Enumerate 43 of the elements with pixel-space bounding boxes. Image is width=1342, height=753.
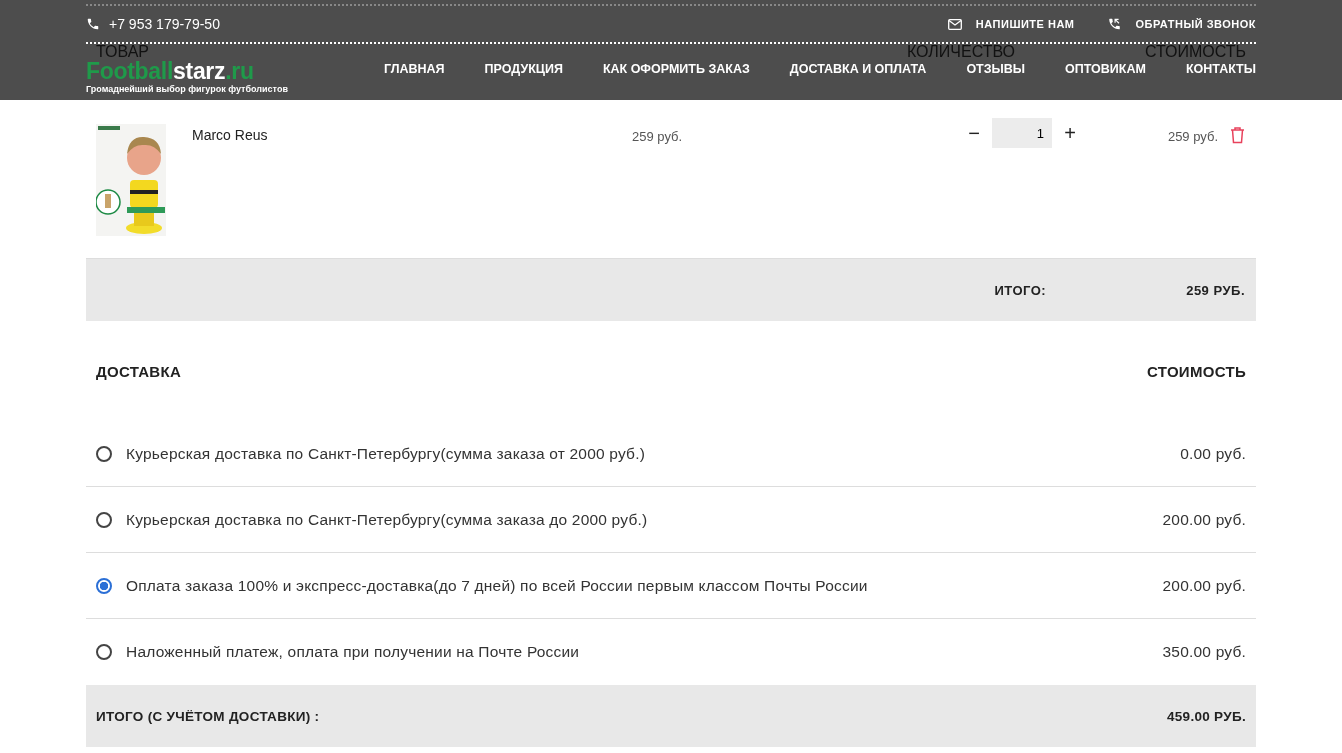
nav-link[interactable]: ОТЗЫВЫ	[966, 62, 1026, 76]
nav-link[interactable]: ГЛАВНАЯ	[383, 62, 445, 76]
nav-link[interactable]: КАК ОФОРМИТЬ ЗАКАЗ	[602, 62, 750, 76]
phone-number[interactable]: +7 953 179-79-50	[109, 16, 220, 32]
radio-button[interactable]	[96, 445, 112, 462]
radio-button[interactable]	[96, 644, 112, 660]
total-label: ИТОГО:	[994, 282, 1047, 298]
delivery-cost: 0.00 руб.	[1180, 444, 1246, 463]
total-value: 459.00 РУБ.	[1166, 708, 1246, 724]
radio-button[interactable]	[96, 577, 112, 594]
phone-icon	[86, 17, 100, 31]
unit-price: 259 руб.	[632, 129, 684, 144]
product-name[interactable]: Marco Reus	[192, 127, 632, 143]
delivery-option[interactable]: Наложенный платеж, оплата при получении на Почте России	[126, 643, 580, 661]
trash-icon[interactable]	[1230, 126, 1245, 144]
callback-link[interactable]: ОБРАТНЫЙ ЗВОНОК	[1135, 18, 1256, 30]
delivery-cost: 200.00 руб.	[1162, 576, 1246, 595]
column-header: СТОИМОСТЬ	[1147, 363, 1246, 382]
delivery-option[interactable]: Курьерская доставка по Санкт-Петербургу(сумма заказа от 2000 руб.)	[126, 444, 646, 463]
delivery-cost: 350.00 руб.	[1162, 643, 1246, 661]
tagline: Громаднейший выбор фигурок футболистов	[86, 84, 288, 94]
delivery-option[interactable]: Курьерская доставка по Санкт-Петербургу(сумма заказа до 2000 руб.)	[126, 510, 648, 529]
column-header: ТОВАР	[96, 44, 149, 60]
nav-link[interactable]: ДОСТАВКА И ОПЛАТА	[789, 62, 927, 76]
site-logo[interactable]: Footballstarz.ru	[86, 61, 288, 81]
decrease-button[interactable]: −	[964, 121, 984, 145]
section-heading: ДОСТАВКА	[96, 363, 182, 382]
increase-button[interactable]: +	[1060, 121, 1080, 145]
item-total: 259 руб.	[1167, 129, 1218, 144]
quantity-field[interactable]: 1	[992, 118, 1052, 148]
delivery-cost: 200.00 руб.	[1162, 510, 1246, 529]
radio-button[interactable]	[96, 511, 112, 528]
nav-link[interactable]: ОПТОВИКАМ	[1065, 62, 1146, 76]
mail-icon	[947, 18, 962, 30]
nav-link[interactable]: КОНТАКТЫ	[1185, 62, 1256, 76]
phone-arrow-icon	[1106, 17, 1122, 31]
column-header: КОЛИЧЕСТВО	[906, 44, 1016, 60]
nav-link[interactable]: ПРОДУКЦИЯ	[484, 62, 563, 76]
column-header: СТОИМОСТЬ	[1144, 44, 1246, 60]
total-value: 259 РУБ.	[1186, 282, 1245, 298]
delivery-option[interactable]: Оплата заказа 100% и экспресс-доставка(до 7 дней) по всей России первым классом Почты России	[126, 576, 868, 595]
write-us-link[interactable]: НАПИШИТЕ НАМ	[975, 18, 1075, 30]
total-label: ИТОГО (С УЧЁТОМ ДОСТАВКИ) :	[96, 708, 320, 724]
